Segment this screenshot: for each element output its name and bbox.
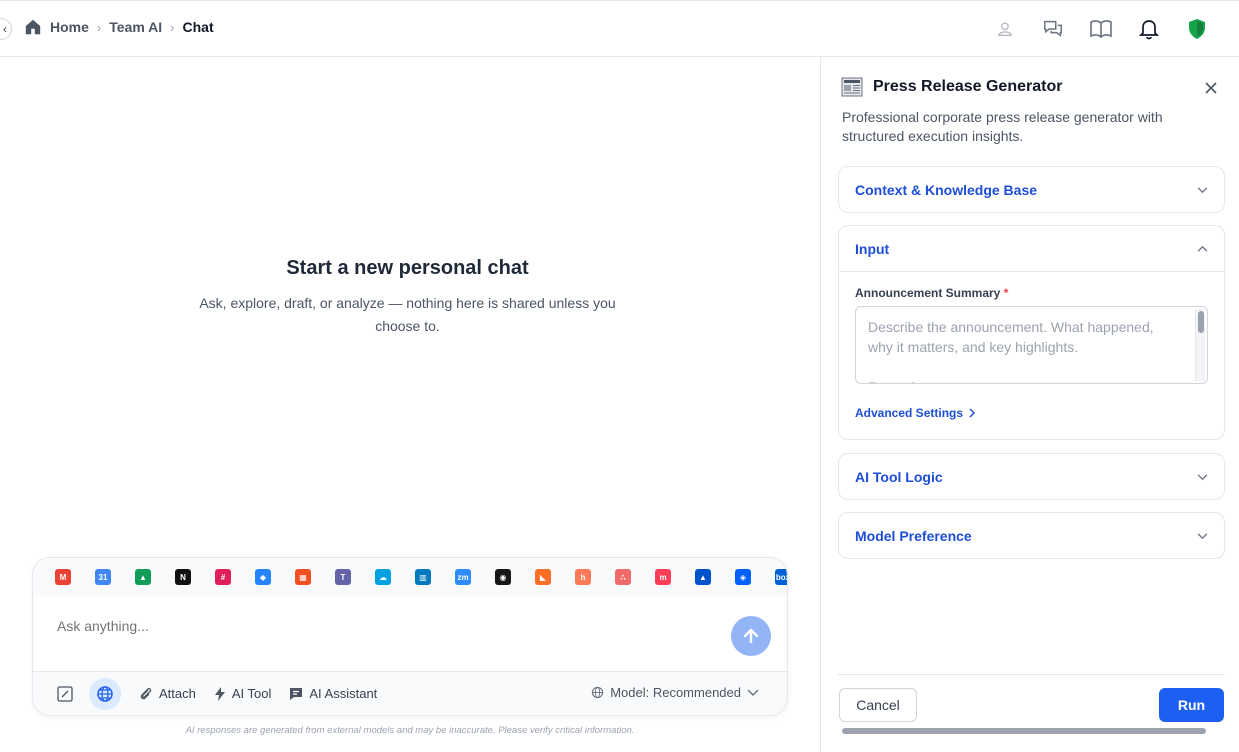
book-icon[interactable] xyxy=(1089,17,1113,41)
asana-icon[interactable]: ∴ xyxy=(615,569,631,585)
section-logic-label: AI Tool Logic xyxy=(855,469,943,485)
sidebar-collapse-button[interactable]: ‹ xyxy=(0,18,12,40)
box-icon[interactable]: box xyxy=(775,569,787,585)
field-label-text: Announcement Summary xyxy=(855,286,1001,300)
send-button[interactable] xyxy=(731,616,771,656)
cancel-button[interactable]: Cancel xyxy=(839,688,917,722)
chat-bubbles-icon[interactable] xyxy=(1041,17,1065,41)
close-icon xyxy=(1205,82,1217,94)
model-selector[interactable]: Model: Recommended xyxy=(591,685,759,700)
textarea-placeholder: Describe the announcement. What happened… xyxy=(868,319,1154,383)
top-bar: ‹ Home › Team AI › Chat xyxy=(0,0,1239,57)
zoom-icon[interactable]: zm xyxy=(455,569,471,585)
hubspot-icon[interactable]: h xyxy=(575,569,591,585)
chat-composer: M 31 ▲ N # ◆ ▦ T ☁ ▥ zm ◉ ◣ h ∴ m ▲ ◈ box Attach AI Tool A… xyxy=(32,557,788,716)
arrow-up-icon xyxy=(743,628,759,644)
section-input: Input Announcement Summary * Describe th… xyxy=(838,225,1225,440)
run-button[interactable]: Run xyxy=(1159,688,1224,722)
notion-icon[interactable]: N xyxy=(175,569,191,585)
ai-disclaimer: AI responses are generated from external… xyxy=(185,725,635,736)
top-icon-group xyxy=(993,17,1209,41)
breadcrumb-team[interactable]: Team AI xyxy=(109,19,162,35)
advanced-settings-label: Advanced Settings xyxy=(855,406,964,420)
web-search-toggle[interactable] xyxy=(89,677,121,710)
advanced-settings-link[interactable]: Advanced Settings xyxy=(855,406,976,420)
chevron-up-icon xyxy=(1197,245,1208,252)
gmail-icon[interactable]: M xyxy=(55,569,71,585)
slash-box-icon xyxy=(57,685,73,702)
breadcrumb-home[interactable]: Home xyxy=(24,18,89,36)
github-icon[interactable]: ◉ xyxy=(495,569,511,585)
model-globe-icon xyxy=(592,686,604,699)
breadcrumb: Home › Team AI › Chat xyxy=(24,18,214,36)
atlassian-icon[interactable]: ▲ xyxy=(695,569,711,585)
chevron-right-icon xyxy=(969,408,976,418)
salesforce-icon[interactable]: ☁ xyxy=(375,569,391,585)
section-input-label: Input xyxy=(855,240,890,257)
ai-tool-label: AI Tool xyxy=(231,686,272,701)
attach-label: Attach xyxy=(159,686,196,701)
integration-apps-row: M 31 ▲ N # ◆ ▦ T ☁ ▥ zm ◉ ◣ h ∴ m ▲ ◈ box xyxy=(33,558,787,596)
google-drive-icon[interactable]: ▲ xyxy=(135,569,151,585)
section-model-label: Model Preference xyxy=(855,528,972,544)
section-context[interactable]: Context & Knowledge Base xyxy=(838,166,1225,213)
tool-side-panel: Press Release Generator Professional cor… xyxy=(820,57,1239,752)
panel-description: Professional corporate press release gen… xyxy=(842,109,1163,144)
section-context-label: Context & Knowledge Base xyxy=(855,182,1038,198)
bell-icon[interactable] xyxy=(1137,17,1161,41)
google-calendar-icon[interactable]: 31 xyxy=(95,569,111,585)
breadcrumb-current: Chat xyxy=(182,19,214,35)
chevron-down-icon xyxy=(747,688,759,696)
shield-icon[interactable] xyxy=(1185,17,1209,41)
section-input-header[interactable]: Input xyxy=(839,226,1224,272)
panel-header: Press Release Generator xyxy=(841,77,1062,97)
attach-button[interactable]: Attach xyxy=(139,686,196,701)
chat-input[interactable] xyxy=(57,618,657,634)
teams-icon[interactable]: T xyxy=(335,569,351,585)
lightning-icon xyxy=(214,686,225,701)
chevron-down-icon xyxy=(1197,473,1208,480)
model-selector-label: Model: Recommended xyxy=(610,685,741,700)
panel-horizontal-scrollbar[interactable] xyxy=(842,728,1206,734)
slack-icon[interactable]: # xyxy=(215,569,231,585)
panel-footer-divider xyxy=(838,674,1225,675)
section-ai-tool-logic[interactable]: AI Tool Logic xyxy=(838,453,1225,500)
empty-state-title: Start a new personal chat xyxy=(286,257,529,279)
user-icon[interactable] xyxy=(993,17,1017,41)
microsoft-icon[interactable]: ▦ xyxy=(295,569,311,585)
announcement-summary-label: Announcement Summary * xyxy=(855,286,1008,300)
newspaper-icon xyxy=(841,77,863,97)
composer-toolbar: Attach AI Tool AI Assistant Model: Recom… xyxy=(33,671,787,715)
assistant-chat-icon xyxy=(290,687,303,700)
chat-main-area: Start a new personal chat Ask, explore, … xyxy=(0,57,820,752)
paperclip-icon xyxy=(140,687,152,699)
chevron-down-icon xyxy=(1197,532,1208,539)
chevron-right-icon: › xyxy=(170,19,175,35)
ai-assistant-label: AI Assistant xyxy=(309,686,378,701)
chevron-down-icon xyxy=(1197,186,1208,193)
jira-icon[interactable]: ◆ xyxy=(255,569,271,585)
globe-icon xyxy=(97,685,113,702)
required-marker: * xyxy=(1003,286,1009,300)
close-panel-button[interactable] xyxy=(1205,81,1217,99)
announcement-summary-textarea[interactable]: Describe the announcement. What happened… xyxy=(855,306,1208,384)
breadcrumb-home-label: Home xyxy=(50,19,89,35)
empty-state-subtitle: Ask, explore, draft, or analyze — nothin… xyxy=(199,295,616,334)
panel-title: Press Release Generator xyxy=(873,78,1063,95)
ai-assistant-button[interactable]: AI Assistant xyxy=(289,686,377,701)
trello-icon[interactable]: ▥ xyxy=(415,569,431,585)
chevron-right-icon: › xyxy=(96,19,102,35)
gitlab-icon[interactable]: ◣ xyxy=(535,569,551,585)
section-model-preference[interactable]: Model Preference xyxy=(838,512,1225,559)
monday-icon[interactable]: m xyxy=(655,569,671,585)
dropbox-icon[interactable]: ◈ xyxy=(735,569,751,585)
textarea-scrollbar[interactable] xyxy=(1195,309,1205,381)
home-icon xyxy=(25,19,41,35)
slash-command-button[interactable] xyxy=(57,685,73,702)
ai-tool-button[interactable]: AI Tool xyxy=(214,686,272,701)
